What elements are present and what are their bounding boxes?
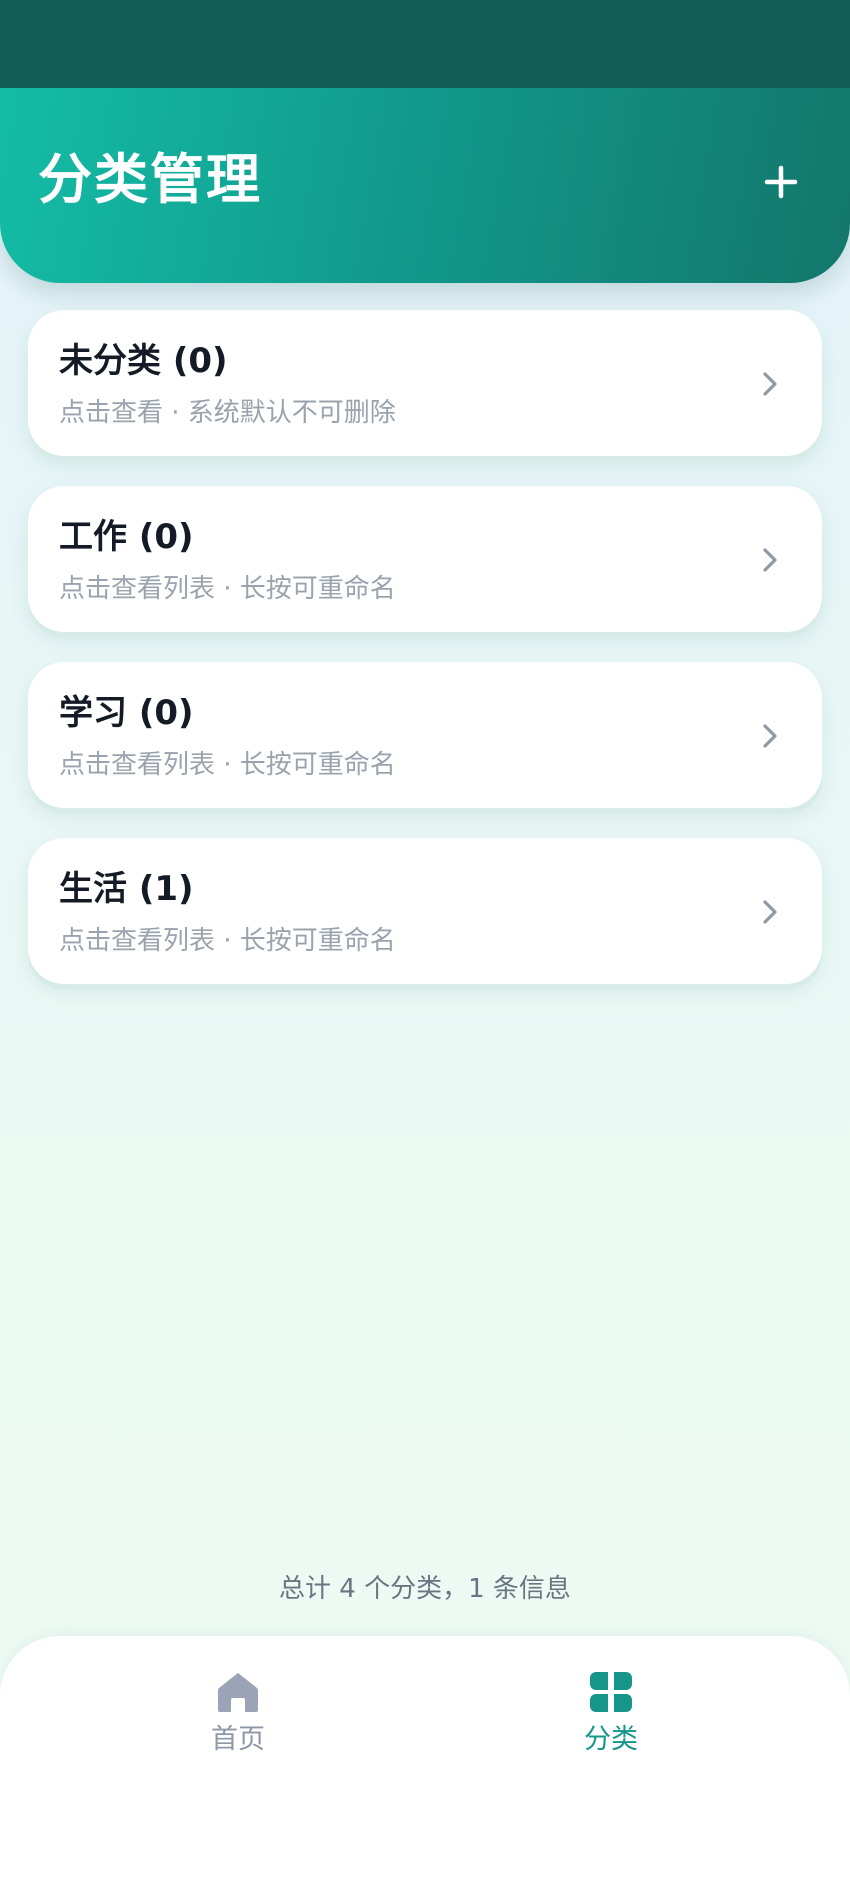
category-title: 生活 (1) (59, 869, 194, 909)
category-subtitle: 点击查看列表 · 长按可重命名 (59, 750, 396, 780)
category-subtitle: 点击查看列表 · 长按可重命名 (59, 574, 396, 604)
category-title: 未分类 (0) (59, 341, 228, 381)
category-subtitle: 点击查看 · 系统默认不可删除 (59, 398, 396, 428)
nav-label-home: 首页 (211, 1724, 265, 1755)
category-card-work[interactable]: 工作 (0) 点击查看列表 · 长按可重命名 (28, 486, 822, 632)
nav-item-home[interactable]: 首页 (178, 1670, 298, 1770)
category-title: 学习 (0) (59, 693, 194, 733)
plus-icon (764, 165, 798, 199)
add-category-button[interactable] (755, 156, 807, 208)
page-title: 分类管理 (38, 148, 262, 211)
category-subtitle: 点击查看列表 · 长按可重命名 (59, 926, 396, 956)
category-card-uncategorized[interactable]: 未分类 (0) 点击查看 · 系统默认不可删除 (28, 310, 822, 456)
category-card-life[interactable]: 生活 (1) 点击查看列表 · 长按可重命名 (28, 838, 822, 984)
page-header: 分类管理 (0, 88, 850, 283)
home-icon (216, 1670, 260, 1714)
category-title: 工作 (0) (59, 517, 194, 557)
chevron-right-icon (761, 722, 779, 750)
nav-item-category[interactable]: 分类 (551, 1670, 671, 1770)
nav-label-category: 分类 (584, 1724, 638, 1755)
chevron-right-icon (761, 898, 779, 926)
bottom-navigation: 首页 分类 (0, 1636, 850, 1883)
chevron-right-icon (761, 546, 779, 574)
status-bar (0, 0, 850, 88)
category-list: 未分类 (0) 点击查看 · 系统默认不可删除 工作 (0) 点击查看列表 · … (28, 310, 822, 1014)
summary-text: 总计 4 个分类，1 条信息 (279, 1574, 571, 1604)
category-card-study[interactable]: 学习 (0) 点击查看列表 · 长按可重命名 (28, 662, 822, 808)
chevron-right-icon (761, 370, 779, 398)
category-grid-icon (589, 1670, 633, 1714)
